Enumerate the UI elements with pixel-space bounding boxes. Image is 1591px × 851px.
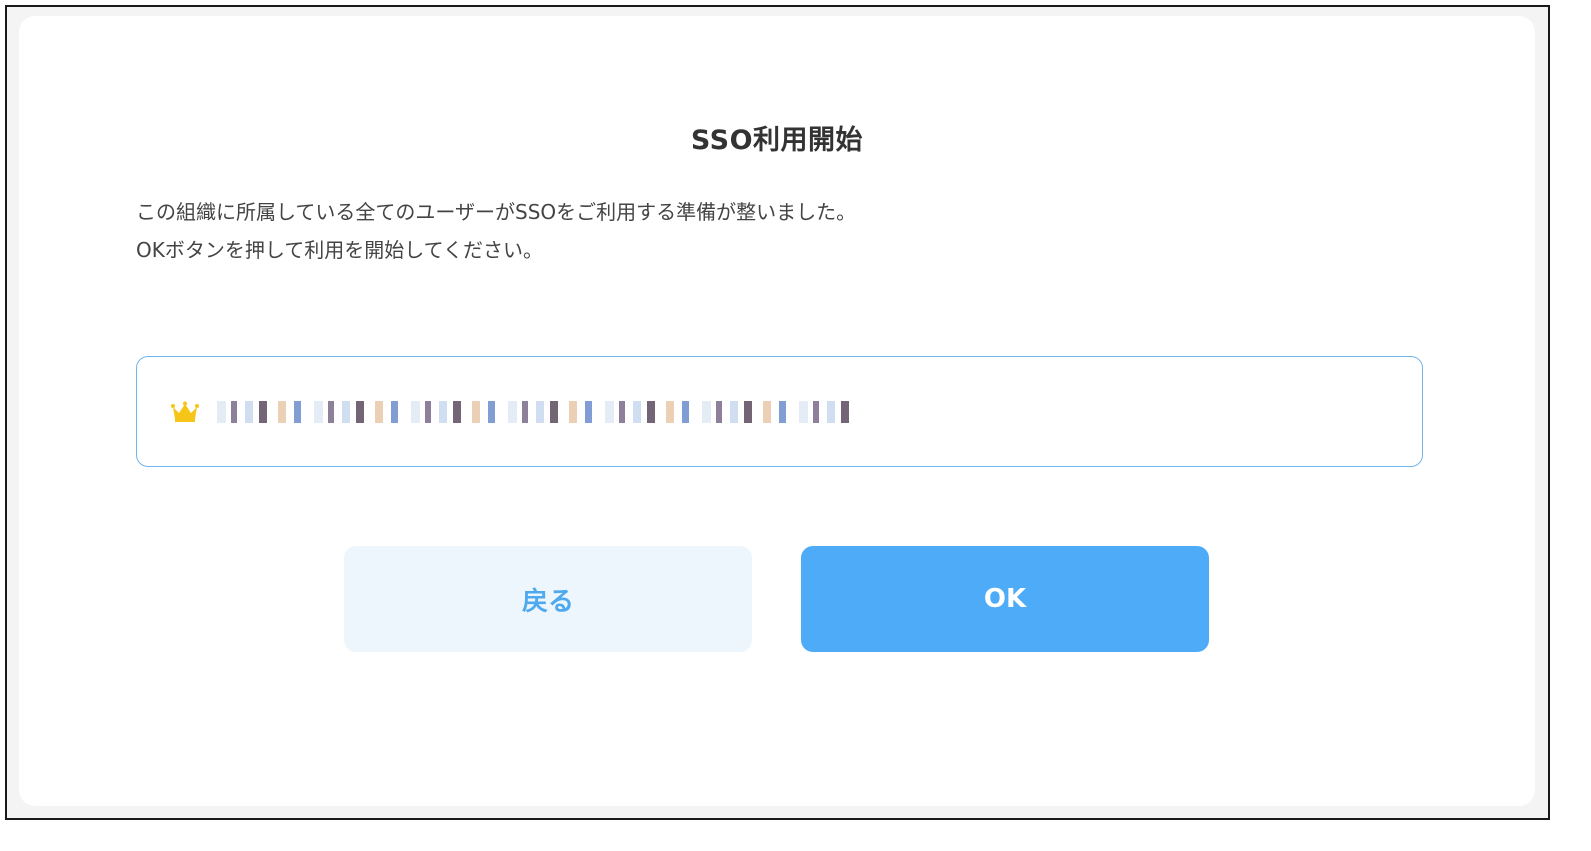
organization-name [209, 400, 857, 423]
organization-field [136, 356, 1423, 467]
redacted-organization-name [217, 400, 857, 423]
crown-icon [171, 401, 199, 422]
dialog-description: この組織に所属している全てのユーザーがSSOをご利用する準備が整いました。 OK… [136, 193, 856, 269]
dialog-title: SSO利用開始 [690, 125, 864, 156]
description-line-1: この組織に所属している全てのユーザーがSSOをご利用する準備が整いました。 [136, 200, 857, 224]
ok-button[interactable]: OK [801, 546, 1209, 652]
back-button[interactable]: 戻る [344, 546, 752, 652]
description-line-2: OKボタンを押して利用を開始してください。 [136, 238, 544, 262]
sso-start-dialog: SSO利用開始 この組織に所属している全てのユーザーがSSOをご利用する準備が整… [19, 16, 1535, 806]
screenshot-frame: SSO利用開始 この組織に所属している全てのユーザーがSSOをご利用する準備が整… [5, 5, 1550, 820]
